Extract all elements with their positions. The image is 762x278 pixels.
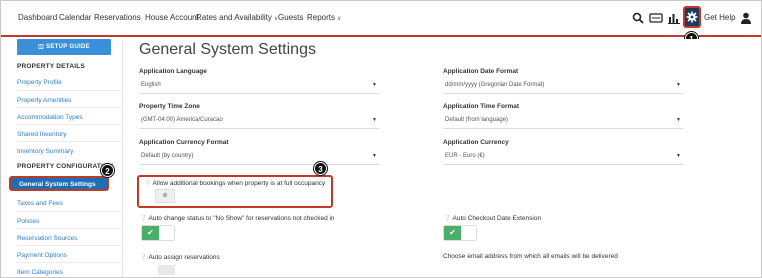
- field-underline: [139, 128, 379, 129]
- field-underline: [443, 128, 683, 129]
- auto-noshow-toggle[interactable]: ✔: [141, 225, 175, 241]
- time-format-value: Default (from language): [445, 117, 509, 123]
- help-icon: ❔: [139, 215, 148, 222]
- app-language-label: Application Language: [139, 68, 207, 75]
- check-icon: ✔: [444, 226, 461, 240]
- get-help-link[interactable]: Get Help: [704, 13, 736, 22]
- help-icon: ❔: [139, 254, 148, 261]
- auto-assign-toggle[interactable]: [158, 265, 175, 275]
- dropdown-arrow-icon: ▼: [676, 117, 681, 123]
- user-icon[interactable]: [739, 11, 753, 25]
- allow-bookings-text: Allow additional bookings when property …: [152, 180, 326, 187]
- book-icon: ◫: [38, 44, 45, 50]
- sidebar-item-property-profile[interactable]: Property Profile: [17, 73, 121, 90]
- sidebar-item-policies[interactable]: Policies: [17, 211, 121, 228]
- setup-guide-label: SETUP GUIDE: [46, 44, 90, 50]
- page-title: General System Settings: [139, 41, 316, 58]
- nav-rates-label: Rates and Availability: [196, 13, 272, 22]
- field-underline: [443, 93, 683, 94]
- dropdown-arrow-icon: ▼: [372, 82, 377, 88]
- sidebar-item-shared-inventory[interactable]: Shared Inventory: [17, 124, 121, 141]
- auto-noshow-text: Auto change status to "No Show" for rese…: [148, 215, 335, 222]
- auto-noshow-label: ❔ Auto change status to "No Show" for re…: [139, 214, 335, 222]
- sidebar-item-taxes-and-fees[interactable]: Taxes and Fees: [17, 194, 121, 211]
- email-from-label: Choose email address from which all emai…: [443, 253, 618, 260]
- currency-select[interactable]: EUR - Euro (€) ▼: [443, 149, 683, 163]
- time-zone-value: (GMT-04:00) America/Curacao: [141, 117, 223, 123]
- nav-house-account[interactable]: House Account: [145, 13, 199, 22]
- sidebar-item-item-categories[interactable]: Item Categories: [17, 262, 121, 277]
- dropdown-arrow-icon: ▼: [676, 82, 681, 88]
- nav-rates-availability[interactable]: Rates and Availability ∨: [196, 13, 278, 22]
- field-underline: [139, 164, 379, 165]
- dropdown-arrow-icon: ▼: [676, 153, 681, 159]
- nav-guests[interactable]: Guests: [278, 13, 303, 22]
- time-zone-label: Property Time Zone: [139, 103, 200, 110]
- time-zone-select[interactable]: (GMT-04:00) America/Curacao ▼: [139, 113, 379, 127]
- app-date-format-select[interactable]: dd/mm/yyyy (Gregorian Date Format) ▼: [443, 78, 683, 92]
- app-date-format-value: dd/mm/yyyy (Gregorian Date Format): [445, 82, 545, 88]
- sidebar: ◫ SETUP GUIDE PROPERTY DETAILS Property …: [1, 39, 123, 277]
- callout-marker-2: 2: [101, 164, 114, 177]
- auto-checkout-text: Auto Checkout Date Extension: [452, 215, 542, 222]
- sidebar-item-accommodation-types[interactable]: Accommodation Types: [17, 107, 121, 124]
- section-property-configuration: PROPERTY CONFIGURATION: [17, 163, 114, 170]
- currency-format-label: Application Currency Format: [139, 139, 229, 146]
- field-underline: [443, 164, 683, 165]
- sidebar-item-inventory-summary[interactable]: Inventory Summary: [17, 141, 121, 158]
- field-underline: [139, 93, 379, 94]
- nav-reports[interactable]: Reports ∨: [307, 13, 341, 22]
- help-icon: ❔: [443, 215, 452, 222]
- main-content: General System Settings Application Lang…: [123, 39, 761, 277]
- auto-assign-label: ❔ Auto assign reservations: [139, 253, 220, 261]
- callout-marker-3: 3: [314, 162, 327, 175]
- currency-format-value: Default (by country): [141, 153, 194, 159]
- setup-guide-button[interactable]: ◫ SETUP GUIDE: [17, 39, 111, 55]
- chart-icon[interactable]: [667, 11, 681, 25]
- auto-checkout-label: ❔ Auto Checkout Date Extension: [443, 214, 541, 222]
- chevron-down-icon: ∨: [337, 16, 342, 22]
- auto-checkout-toggle[interactable]: ✔: [443, 225, 477, 241]
- time-format-select[interactable]: Default (from language) ▼: [443, 113, 683, 127]
- time-format-label: Application Time Format: [443, 103, 520, 110]
- search-icon[interactable]: [631, 11, 645, 25]
- app-language-select[interactable]: English ▼: [139, 78, 379, 92]
- app-window: Dashboard Calendar Reservations House Ac…: [0, 0, 762, 278]
- sidebar-item-general-system-settings[interactable]: General System Settings: [9, 176, 109, 191]
- nav-reports-label: Reports: [307, 13, 336, 22]
- card-icon[interactable]: [649, 11, 663, 25]
- section-property-details: PROPERTY DETAILS: [17, 63, 85, 70]
- dropdown-arrow-icon: ▼: [372, 117, 377, 123]
- sidebar-item-reservation-sources[interactable]: Reservation Sources: [17, 228, 121, 245]
- top-navigation: Dashboard Calendar Reservations House Ac…: [1, 1, 761, 37]
- auto-assign-text: Auto assign reservations: [148, 254, 220, 261]
- allow-bookings-setting: ❔ Allow additional bookings when propert…: [137, 175, 333, 208]
- check-icon: ✔: [142, 226, 159, 240]
- currency-label: Application Currency: [443, 139, 509, 146]
- gear-icon: [686, 11, 698, 23]
- nav-calendar[interactable]: Calendar: [59, 13, 91, 22]
- currency-value: EUR - Euro (€): [445, 153, 485, 159]
- help-icon: ❔: [143, 180, 152, 187]
- app-language-value: English: [141, 82, 161, 88]
- allow-bookings-toggle[interactable]: ⊘: [155, 189, 175, 203]
- sidebar-item-property-amenities[interactable]: Property Amenities: [17, 90, 121, 107]
- currency-format-select[interactable]: Default (by country) ▼: [139, 149, 379, 163]
- nav-dashboard[interactable]: Dashboard: [18, 13, 57, 22]
- settings-button[interactable]: [683, 6, 701, 28]
- app-date-format-label: Application Date Format: [443, 68, 519, 75]
- allow-bookings-label: ❔ Allow additional bookings when propert…: [143, 179, 325, 187]
- sidebar-item-payment-options[interactable]: Payment Options: [17, 245, 121, 262]
- nav-reservations[interactable]: Reservations: [94, 13, 141, 22]
- dropdown-arrow-icon: ▼: [372, 153, 377, 159]
